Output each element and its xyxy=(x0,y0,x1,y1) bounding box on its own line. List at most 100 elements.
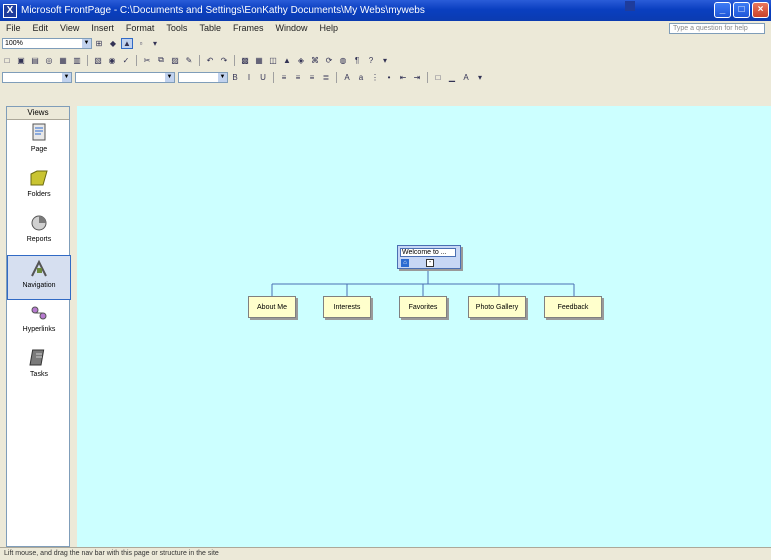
chevron-down-icon: ▼ xyxy=(218,72,227,82)
help-icon[interactable]: ? xyxy=(365,55,377,66)
redo-icon[interactable]: ↷ xyxy=(218,55,230,66)
increase-indent-icon[interactable]: ⇥ xyxy=(411,72,423,83)
subtree-only-icon[interactable]: ◆ xyxy=(107,38,119,49)
refresh-icon[interactable]: ⟳ xyxy=(323,55,335,66)
underline-icon[interactable]: U xyxy=(257,72,269,83)
navigation-view-icon xyxy=(28,258,50,280)
copy-icon[interactable]: ⧉ xyxy=(155,55,167,66)
menu-window[interactable]: Window xyxy=(269,23,313,33)
print-icon[interactable]: ▧ xyxy=(92,55,104,66)
view-tasks[interactable]: Tasks xyxy=(7,345,71,390)
page-node-interests[interactable]: Interests xyxy=(323,296,371,318)
menu-file[interactable]: File xyxy=(0,23,27,33)
view-label: Folders xyxy=(27,191,51,198)
chevron-down-icon: ▼ xyxy=(165,72,174,82)
justify-icon[interactable]: ≣ xyxy=(320,72,332,83)
new-page-icon[interactable]: □ xyxy=(1,55,13,66)
view-label: Hyperlinks xyxy=(22,326,56,333)
toolbar-separator xyxy=(234,54,235,66)
connector-lines xyxy=(271,269,575,296)
toolbar-separator xyxy=(336,71,337,83)
menu-edit[interactable]: Edit xyxy=(27,23,55,33)
chevron-down-icon: ▼ xyxy=(62,72,71,82)
font-color-icon[interactable]: A xyxy=(460,72,472,83)
navigation-toolbar: 100% ▼ ⊞ ◆ ▲ ▫ ▾ xyxy=(0,36,771,50)
home-page-node[interactable]: Welcome to ... ⌂ - xyxy=(397,245,461,269)
menu-frames[interactable]: Frames xyxy=(227,23,270,33)
insert-table-icon[interactable]: ▦ xyxy=(253,55,265,66)
decrease-font-icon[interactable]: a xyxy=(355,72,367,83)
style-combo[interactable]: ▼ xyxy=(2,71,72,83)
menu-insert[interactable]: Insert xyxy=(85,23,120,33)
help-question-input[interactable]: Type a question for help xyxy=(669,23,765,34)
menu-tools[interactable]: Tools xyxy=(160,23,193,33)
portrait-landscape-icon[interactable]: ⊞ xyxy=(93,38,105,49)
toolbar-options-icon[interactable]: ▾ xyxy=(474,72,486,83)
external-hyperlink-icon[interactable]: ▫ xyxy=(135,38,147,49)
show-all-icon[interactable]: ¶ xyxy=(351,55,363,66)
window-controls: _ □ × xyxy=(714,2,769,18)
bold-icon[interactable]: B xyxy=(229,72,241,83)
include-page-icon[interactable]: ▲ xyxy=(121,37,133,49)
stop-icon[interactable]: ◍ xyxy=(337,55,349,66)
zoom-combo[interactable]: 100% ▼ xyxy=(2,37,92,49)
view-label: Page xyxy=(30,146,48,153)
folders-view-icon xyxy=(28,167,50,189)
menu-help[interactable]: Help xyxy=(313,23,344,33)
status-text: Lift mouse, and drag the nav bar with th… xyxy=(4,550,219,557)
chevron-down-icon: ▼ xyxy=(82,38,91,48)
toolbar-options-icon[interactable]: ▾ xyxy=(149,38,161,49)
view-navigation[interactable]: Navigation xyxy=(7,255,71,300)
toolbar-options-icon[interactable]: ▾ xyxy=(379,55,391,66)
open-icon[interactable]: ▣ xyxy=(15,55,27,66)
align-left-icon[interactable]: ≡ xyxy=(278,72,290,83)
italic-icon[interactable]: I xyxy=(243,72,255,83)
save-icon[interactable]: ▤ xyxy=(29,55,41,66)
toggle-pane-icon[interactable]: ▥ xyxy=(71,55,83,66)
home-page-label[interactable]: Welcome to ... xyxy=(400,248,456,257)
align-center-icon[interactable]: ≡ xyxy=(292,72,304,83)
search-icon[interactable]: ◎ xyxy=(43,55,55,66)
paste-icon[interactable]: ▨ xyxy=(169,55,181,66)
drawing-icon[interactable]: ◈ xyxy=(295,55,307,66)
undo-icon[interactable]: ↶ xyxy=(204,55,216,66)
view-hyperlinks[interactable]: Hyperlinks xyxy=(7,300,71,345)
align-right-icon[interactable]: ≡ xyxy=(306,72,318,83)
page-node-favorites[interactable]: Favorites xyxy=(399,296,447,318)
bullets-icon[interactable]: • xyxy=(383,72,395,83)
minimize-button[interactable]: _ xyxy=(714,2,731,18)
highlight-icon[interactable]: ▁ xyxy=(446,72,458,83)
spelling-icon[interactable]: ✓ xyxy=(120,55,132,66)
view-folders[interactable]: Folders xyxy=(7,165,71,210)
font-combo[interactable]: ▼ xyxy=(75,71,175,83)
frontpage-icon[interactable]: X xyxy=(3,3,17,18)
title-bar: X Microsoft FrontPage - C:\Documents and… xyxy=(0,0,771,21)
format-painter-icon[interactable]: ✎ xyxy=(183,55,195,66)
view-page[interactable]: Page xyxy=(7,120,71,165)
menu-view[interactable]: View xyxy=(54,23,85,33)
font-size-combo[interactable]: ▼ xyxy=(178,71,228,83)
page-node-about-me[interactable]: About Me xyxy=(248,296,296,318)
view-reports[interactable]: Reports xyxy=(7,210,71,255)
insert-picture-icon[interactable]: ▲ xyxy=(281,55,293,66)
web-component-icon[interactable]: ▩ xyxy=(239,55,251,66)
insert-layer-icon[interactable]: ◫ xyxy=(267,55,279,66)
increase-font-icon[interactable]: A xyxy=(341,72,353,83)
borders-icon[interactable]: □ xyxy=(432,72,444,83)
menu-format[interactable]: Format xyxy=(120,23,161,33)
menu-table[interactable]: Table xyxy=(193,23,227,33)
navigation-canvas[interactable]: Welcome to ... ⌂ - About Me Interests Fa… xyxy=(77,106,771,547)
preview-icon[interactable]: ◉ xyxy=(106,55,118,66)
publish-icon[interactable]: ▦ xyxy=(57,55,69,66)
page-node-feedback[interactable]: Feedback xyxy=(544,296,602,318)
cut-icon[interactable]: ✂ xyxy=(141,55,153,66)
decrease-indent-icon[interactable]: ⇤ xyxy=(397,72,409,83)
numbering-icon[interactable]: ⋮ xyxy=(369,72,381,83)
hyperlink-icon[interactable]: ⌘ xyxy=(309,55,321,66)
page-node-photo-gallery[interactable]: Photo Gallery xyxy=(468,296,526,318)
toolbar-separator xyxy=(87,54,88,66)
maximize-button[interactable]: □ xyxy=(733,2,750,18)
views-header: Views xyxy=(7,107,69,120)
close-button[interactable]: × xyxy=(752,2,769,18)
collapse-toggle[interactable]: - xyxy=(426,259,434,267)
